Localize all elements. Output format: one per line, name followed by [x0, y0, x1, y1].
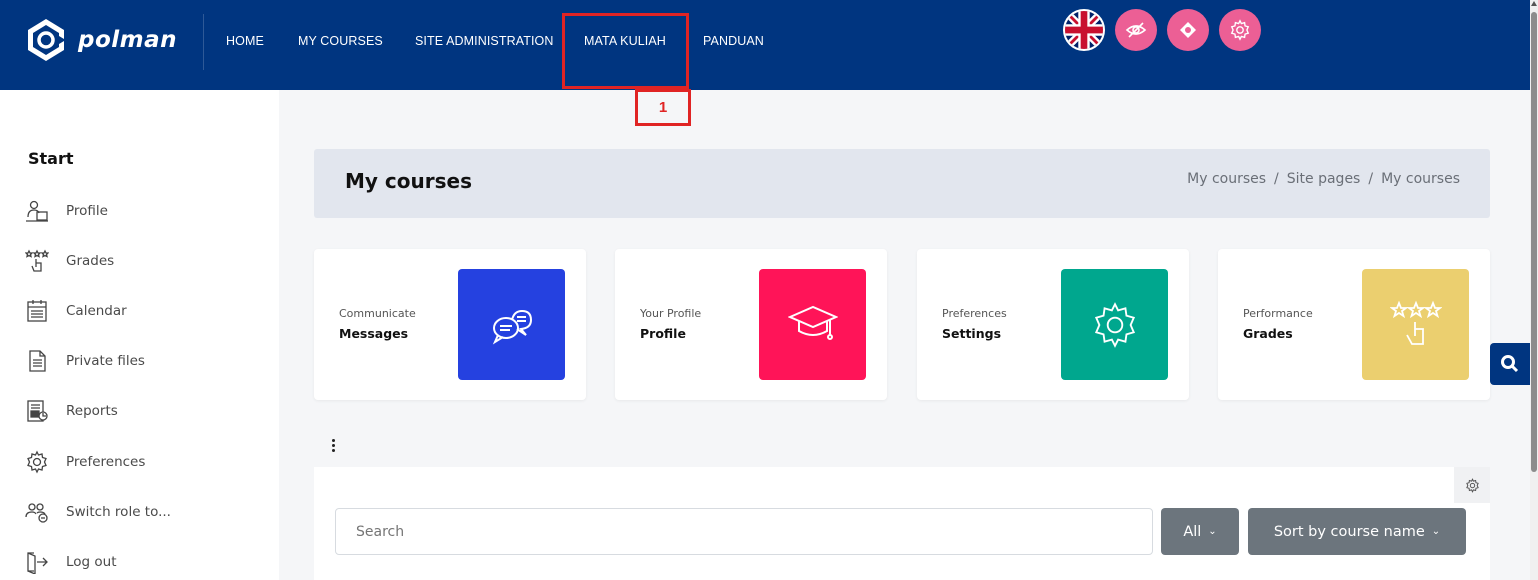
top-navbar: polman HOME MY COURSES SITE ADMINISTRATI… [0, 0, 1530, 90]
sidebar-item-preferences[interactable]: Preferences [25, 449, 145, 475]
block-settings-button[interactable] [1454, 467, 1490, 503]
card-settings[interactable]: Preferences Settings [917, 249, 1189, 400]
chat-icon [492, 309, 532, 345]
breadcrumb-item[interactable]: My courses [1187, 171, 1266, 187]
brand-name: polman [78, 27, 178, 53]
site-logo[interactable]: polman [26, 17, 177, 63]
sidebar-item-calendar[interactable]: Calendar [25, 298, 127, 324]
sidebar-item-reports[interactable]: Reports [25, 398, 118, 424]
logout-icon [27, 552, 48, 574]
scrollbar-thumb[interactable] [1531, 12, 1537, 472]
switch-role-icon [25, 503, 48, 523]
card-title: Grades [1243, 326, 1293, 341]
gear-icon[interactable] [1219, 9, 1261, 51]
card-title: Settings [942, 326, 1002, 341]
grades-icon [25, 249, 49, 272]
card-subtitle: Performance [1243, 307, 1313, 320]
sidebar-title: Start [28, 149, 74, 168]
breadcrumb-separator: / [1368, 171, 1374, 187]
filter-label: All [1183, 523, 1202, 540]
card-tile [1061, 269, 1168, 380]
search-icon [1501, 355, 1519, 373]
support-icon[interactable] [1167, 9, 1209, 51]
polman-logo-icon [28, 19, 64, 61]
file-icon [29, 350, 46, 372]
grades-icon [1389, 300, 1442, 345]
card-subtitle: Your Profile [640, 307, 702, 320]
card-tile [1362, 269, 1469, 380]
breadcrumb-separator: / [1274, 171, 1279, 187]
sidebar-item-label: Profile [66, 203, 108, 219]
sidebar-item-switch-role[interactable]: Switch role to... [25, 499, 171, 525]
page-header: My courses My courses / Site pages / My … [314, 149, 1490, 218]
nav-panduan[interactable]: PANDUAN [703, 0, 764, 82]
eye-slash-icon[interactable] [1115, 9, 1157, 51]
card-subtitle: Preferences [942, 307, 1007, 320]
filter-dropdown[interactable]: All ⌄ [1161, 508, 1239, 555]
sidebar-item-grades[interactable]: Grades [25, 248, 114, 274]
sidebar-item-label: Grades [66, 253, 115, 269]
card-grades[interactable]: Performance Grades [1218, 249, 1490, 400]
reports-icon [27, 400, 48, 422]
scroll-up-icon[interactable] [1531, 1, 1537, 6]
gear-icon [1094, 301, 1135, 348]
nav-site-administration[interactable]: SITE ADMINISTRATION [415, 0, 553, 82]
page-scrollbar[interactable] [1530, 0, 1538, 580]
sidebar-item-label: Calendar [66, 303, 127, 319]
annotation-number: 1 [635, 89, 691, 126]
floating-search-button[interactable] [1490, 343, 1530, 385]
more-options-icon[interactable] [329, 437, 337, 457]
gear-icon [27, 450, 47, 474]
sidebar-item-label: Preferences [66, 454, 146, 470]
top-icon-group [1063, 9, 1271, 51]
sidebar-item-private-files[interactable]: Private files [25, 348, 145, 374]
highlight-box [562, 13, 689, 89]
gear-icon [1465, 477, 1479, 493]
sidebar-item-profile[interactable]: Profile [25, 198, 108, 224]
card-tile [458, 269, 565, 380]
nav-home[interactable]: HOME [226, 0, 264, 82]
sidebar-item-label: Switch role to... [66, 504, 171, 520]
breadcrumb-item[interactable]: My courses [1381, 171, 1460, 187]
card-profile[interactable]: Your Profile Profile [615, 249, 887, 400]
sidebar-item-label: Private files [66, 353, 145, 369]
course-overview-panel: All ⌄ Sort by course name ⌄ [314, 467, 1490, 580]
chevron-down-icon: ⌄ [1208, 526, 1217, 537]
breadcrumb: My courses / Site pages / My courses [1187, 171, 1460, 187]
card-messages[interactable]: Communicate Messages [314, 249, 586, 400]
card-tile [759, 269, 866, 380]
sidebar-item-label: Reports [66, 403, 118, 419]
sort-dropdown[interactable]: Sort by course name ⌄ [1248, 508, 1466, 555]
breadcrumb-item[interactable]: Site pages [1287, 171, 1361, 187]
sidebar-item-label: Log out [66, 554, 117, 570]
card-title: Profile [640, 326, 686, 341]
chevron-down-icon: ⌄ [1431, 526, 1441, 537]
page-title: My courses [345, 169, 472, 193]
card-subtitle: Communicate [339, 307, 416, 320]
uk-flag-icon[interactable] [1063, 9, 1105, 51]
course-search-input[interactable] [335, 508, 1153, 555]
graduation-cap-icon [787, 305, 838, 340]
sidebar-item-log-out[interactable]: Log out [25, 549, 117, 575]
calendar-icon [27, 300, 47, 322]
sort-label: Sort by course name [1273, 523, 1425, 540]
left-sidebar: Start Profile Grades Calendar Private fi… [0, 90, 279, 580]
nav-my-courses[interactable]: MY COURSES [298, 0, 383, 82]
logo-divider [203, 14, 204, 70]
card-title: Messages [339, 326, 409, 341]
profile-icon [26, 200, 48, 222]
